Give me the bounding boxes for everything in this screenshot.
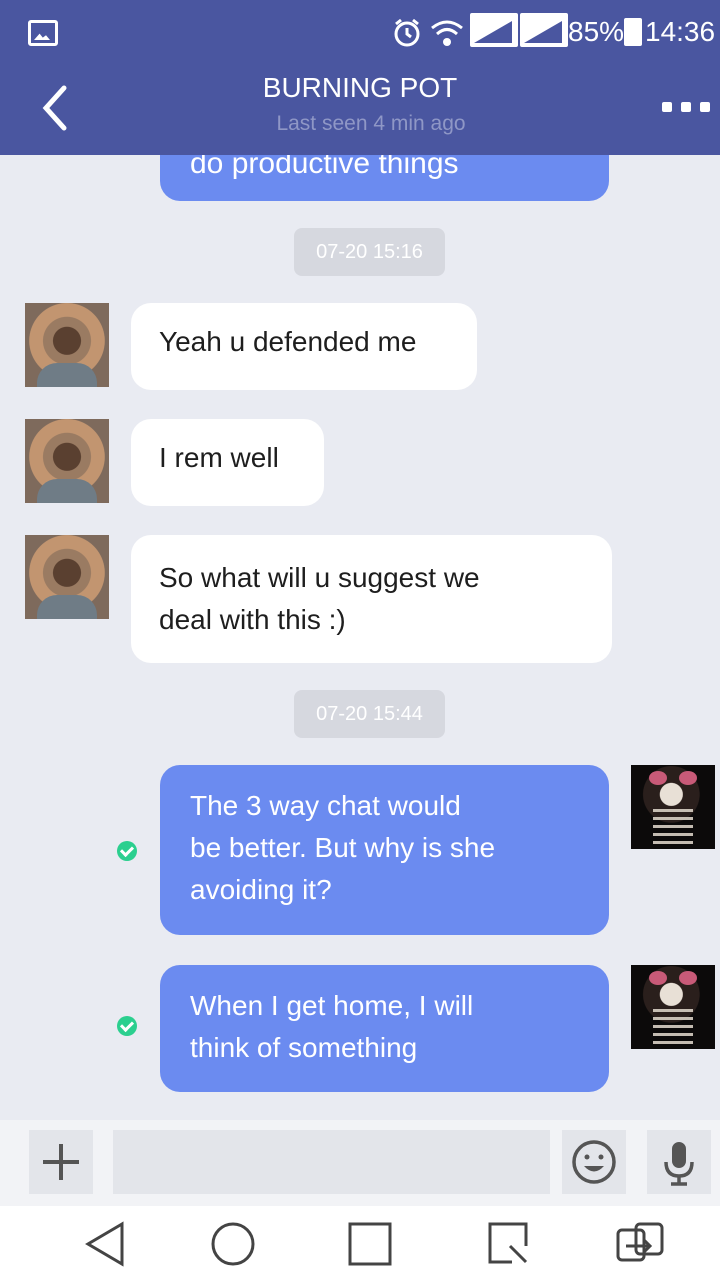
more-options-icon[interactable] [662, 100, 710, 114]
contact-avatar[interactable] [25, 303, 109, 387]
signal-icon [470, 13, 518, 47]
status-bar: 85% 14:36 [0, 0, 720, 66]
message-text: I rem well [159, 442, 279, 473]
emoji-button[interactable] [562, 1130, 626, 1194]
message-line: avoiding it? [190, 874, 332, 905]
message-text: Yeah u defended me [159, 326, 417, 357]
app-bar: BURNING POT Last seen 4 min ago [0, 66, 720, 155]
message-text: do productive things [190, 155, 459, 180]
message-bubble-incoming[interactable]: I rem well [131, 419, 324, 506]
message-composer [0, 1120, 720, 1206]
system-navigation-bar [0, 1206, 720, 1281]
home-circle-icon[interactable] [203, 1216, 263, 1272]
clock: 14:36 [645, 16, 716, 47]
contact-avatar[interactable] [25, 419, 109, 503]
message-bubble-outgoing[interactable]: The 3 way chat would be better. But why … [160, 765, 609, 935]
battery-icon [624, 18, 642, 46]
message-line: be better. But why is she [190, 832, 496, 863]
voice-record-button[interactable] [647, 1130, 711, 1194]
back-triangle-icon[interactable] [78, 1216, 138, 1272]
emoji-icon [572, 1140, 616, 1184]
message-line: So what will u suggest we [159, 562, 480, 593]
message-line: When I get home, I will [190, 990, 474, 1021]
read-check-icon [117, 1016, 137, 1036]
app-header: 85% 14:36 BURNING POT Last seen 4 min ag… [0, 0, 720, 155]
message-line: deal with this :) [159, 604, 346, 635]
capture-icon[interactable] [480, 1216, 540, 1272]
message-bubble-incoming[interactable]: So what will u suggest we deal with this… [131, 535, 612, 663]
read-check-icon [117, 841, 137, 861]
my-avatar[interactable] [631, 965, 715, 1049]
microphone-icon [664, 1142, 694, 1186]
dual-window-icon[interactable] [610, 1216, 670, 1272]
recents-square-icon[interactable] [340, 1216, 400, 1272]
my-avatar[interactable] [631, 765, 715, 849]
message-list[interactable]: do productive things 07-20 15:16 Yeah u … [0, 155, 720, 1120]
message-bubble-outgoing[interactable]: When I get home, I will think of somethi… [160, 965, 609, 1092]
message-bubble-incoming[interactable]: Yeah u defended me [131, 303, 477, 390]
timestamp-divider: 07-20 15:16 [294, 228, 445, 276]
battery-percent: 85% [568, 16, 625, 47]
chat-title[interactable]: BURNING POT [0, 72, 720, 104]
alarm-icon [394, 18, 420, 47]
contact-avatar[interactable] [25, 535, 109, 619]
message-line: think of something [190, 1032, 418, 1063]
signal-icon [520, 13, 568, 47]
attach-plus-button[interactable] [29, 1130, 93, 1194]
message-input[interactable] [113, 1130, 550, 1194]
gallery-icon [28, 20, 58, 46]
message-bubble-outgoing[interactable]: do productive things [160, 155, 609, 201]
wifi-icon [431, 20, 463, 46]
message-line: The 3 way chat would [190, 790, 461, 821]
last-seen-status: Last seen 4 min ago [276, 112, 466, 135]
timestamp-divider: 07-20 15:44 [294, 690, 445, 738]
